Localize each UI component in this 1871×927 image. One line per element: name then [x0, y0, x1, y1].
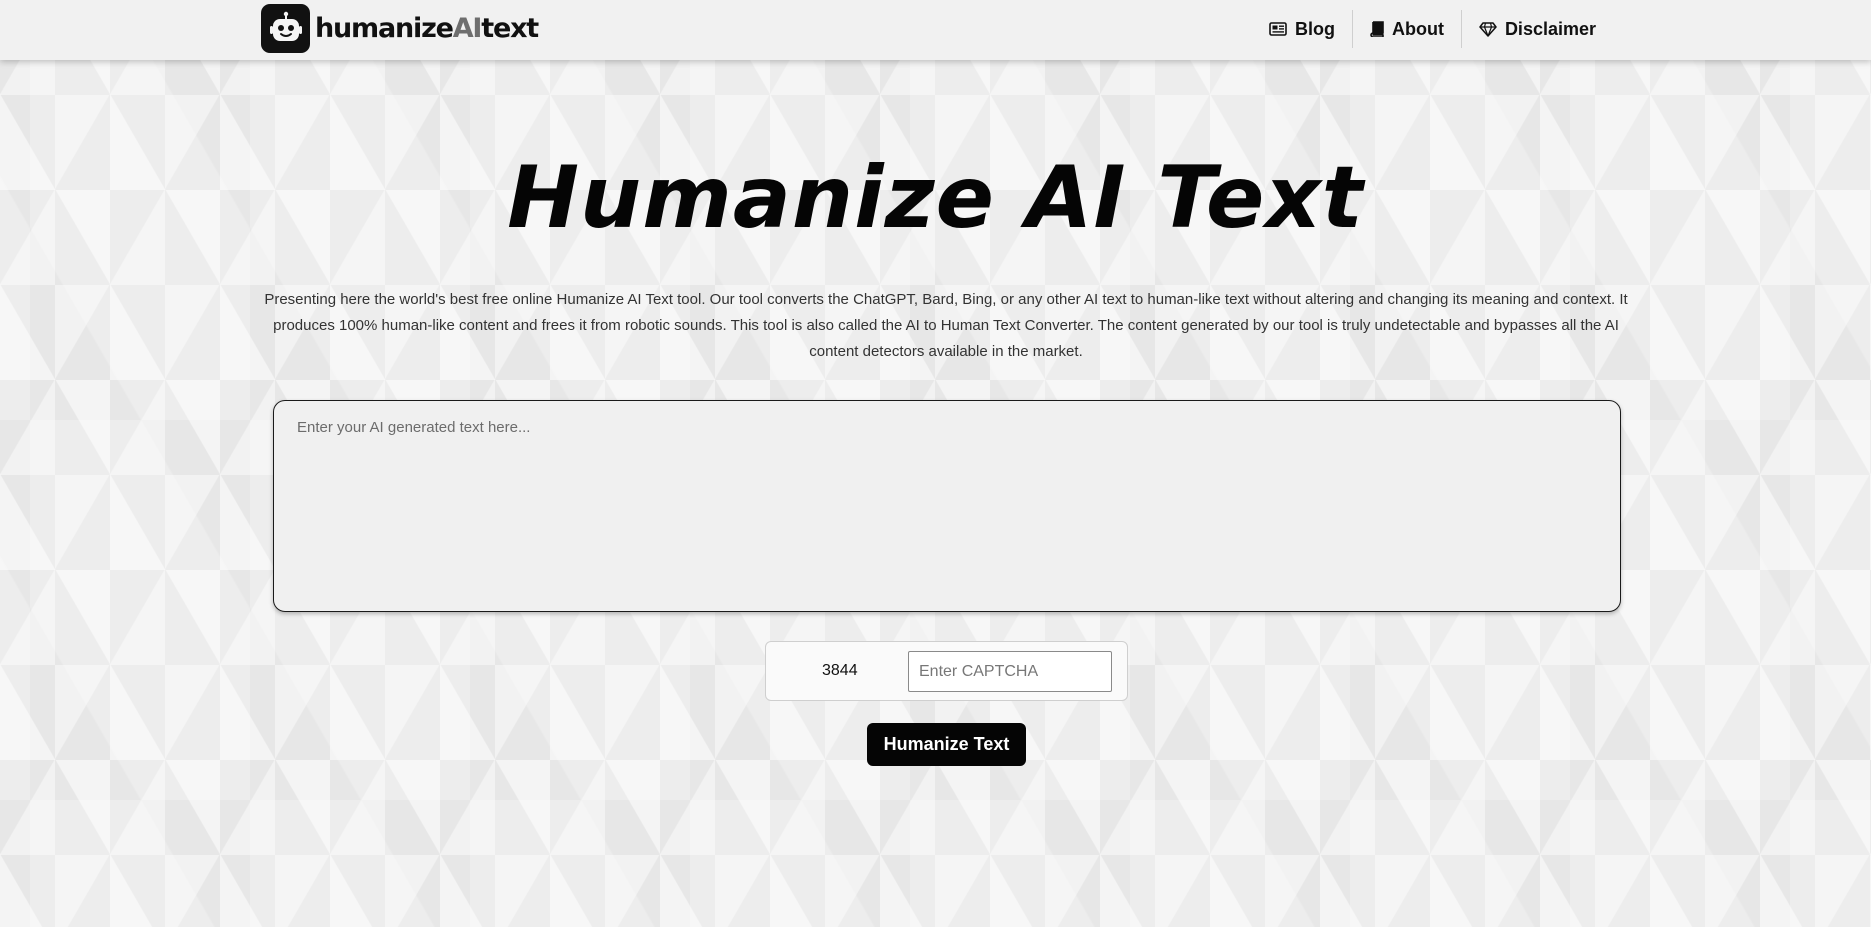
captcha-box: 3844 — [765, 641, 1128, 701]
robot-icon — [261, 3, 310, 53]
book-icon — [1370, 21, 1384, 37]
nav-about[interactable]: About — [1353, 10, 1461, 48]
logo-highlight: AI — [452, 12, 483, 44]
main-nav: Blog About Disclaimer — [1252, 10, 1613, 48]
intro-paragraph: Presenting here the world's best free on… — [264, 291, 1628, 360]
nav-blog-label: Blog — [1294, 18, 1335, 39]
logo-wordmark: humanizeAItext — [315, 12, 539, 44]
nav-blog[interactable]: Blog — [1252, 10, 1352, 48]
captcha-code: 3844 — [822, 662, 858, 679]
nav-disclaimer-label: Disclaimer — [1504, 18, 1596, 39]
captcha-input[interactable] — [908, 651, 1112, 692]
site-header: humanizeAItext Blog About Disclaimer — [0, 0, 1871, 60]
ai-text-input[interactable] — [273, 400, 1621, 612]
nav-about-label: About — [1391, 18, 1444, 39]
nav-disclaimer[interactable]: Disclaimer — [1462, 10, 1613, 48]
diamond-icon — [1479, 21, 1497, 37]
site-logo[interactable]: humanizeAItext — [261, 3, 539, 53]
logo-prefix: humanize — [315, 12, 454, 44]
newspaper-icon — [1269, 22, 1287, 36]
logo-suffix: text — [481, 12, 539, 44]
page-title: Humanize AI Text — [507, 148, 1364, 248]
humanize-text-button[interactable]: Humanize Text — [867, 723, 1026, 766]
